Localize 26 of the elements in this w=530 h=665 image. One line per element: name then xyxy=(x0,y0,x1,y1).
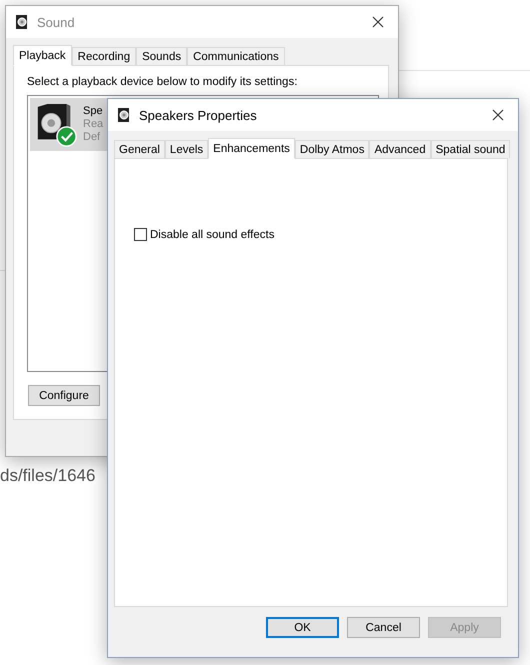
window-title: Sound xyxy=(37,14,75,30)
checkbox-label: Disable all sound effects xyxy=(150,228,274,240)
tab[interactable]: Spatial sound xyxy=(430,140,510,158)
device-status: Rea xyxy=(83,118,104,131)
tab[interactable]: Advanced xyxy=(369,140,431,158)
tab[interactable]: Levels xyxy=(164,140,208,158)
close-icon xyxy=(372,16,384,28)
instruction-text: Select a playback device below to modify its settings: xyxy=(27,76,298,88)
tab[interactable]: Playback xyxy=(13,45,72,66)
tab[interactable]: General xyxy=(114,140,165,158)
tab[interactable]: Dolby Atmos xyxy=(294,140,370,158)
default-button[interactable]: OK xyxy=(266,617,339,638)
speaker-icon xyxy=(117,107,131,123)
window-title: Speakers Properties xyxy=(139,108,257,122)
page-text: ds/files/1646 xyxy=(0,466,96,486)
tab[interactable]: Communications xyxy=(187,47,285,65)
tab[interactable]: Enhancements xyxy=(208,138,295,159)
speaker-icon xyxy=(15,14,29,30)
close-icon xyxy=(492,109,504,121)
tab[interactable]: Sounds xyxy=(136,47,188,65)
tab[interactable]: Recording xyxy=(72,47,136,65)
dialog-button[interactable]: Cancel xyxy=(347,617,420,638)
configure-button[interactable]: Configure xyxy=(28,385,100,406)
device-name: Spe xyxy=(83,105,104,118)
checkbox[interactable] xyxy=(134,228,147,241)
device-role: Def xyxy=(83,131,102,144)
